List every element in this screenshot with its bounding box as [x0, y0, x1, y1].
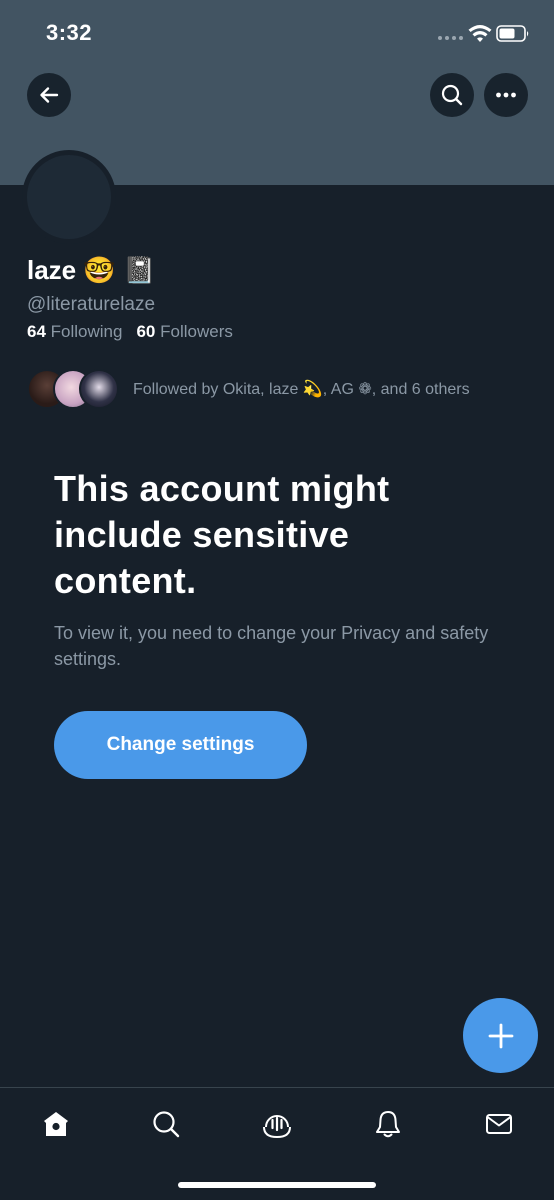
search-icon [153, 1111, 180, 1138]
battery-icon [496, 25, 529, 42]
messages-icon [486, 1114, 512, 1134]
status-bar: 3:32 [0, 0, 554, 64]
followed-by-row[interactable]: Followed by Okita, laze 💫, AG ❁, and 6 o… [27, 367, 470, 411]
followers-count: 60 [136, 322, 156, 341]
status-time: 3:32 [46, 20, 93, 45]
followers-label: Followers [160, 322, 233, 341]
avatar-placeholder [27, 155, 111, 239]
tab-search[interactable] [148, 1106, 184, 1142]
compose-button[interactable] [463, 998, 538, 1073]
tab-home[interactable] [38, 1106, 74, 1142]
sensitive-content-subtitle: To view it, you need to change your Priv… [54, 623, 489, 669]
follower-avatar [79, 369, 119, 409]
tab-spaces[interactable] [259, 1106, 295, 1142]
arrow-left-icon [40, 87, 59, 103]
followers-link[interactable]: 60 Followers [136, 322, 232, 341]
following-count: 64 [27, 322, 46, 341]
home-icon [44, 1112, 68, 1136]
display-name: laze 🤓 📓 [27, 255, 156, 285]
plus-icon [488, 1023, 513, 1048]
tab-messages[interactable] [481, 1106, 517, 1142]
cellular-signal-icon [438, 36, 463, 40]
change-settings-button[interactable]: Change settings [54, 711, 307, 779]
profile-avatar[interactable] [22, 150, 116, 244]
more-horizontal-icon [496, 92, 516, 98]
home-indicator [178, 1182, 376, 1188]
more-button[interactable] [484, 73, 528, 117]
tab-notifications[interactable] [370, 1106, 406, 1142]
sensitive-content-title: This account might include sensitive con… [54, 468, 390, 601]
search-button[interactable] [430, 73, 474, 117]
followed-by-text: Followed by Okita, laze 💫, AG ❁, and 6 o… [133, 381, 470, 398]
follow-stats: 64 Following 60 Followers [27, 322, 233, 342]
back-button[interactable] [27, 73, 71, 117]
username: @literaturelaze [27, 294, 156, 315]
following-link[interactable]: 64 Following [27, 322, 122, 341]
following-label: Following [50, 322, 123, 341]
spaces-icon [263, 1115, 291, 1139]
wifi-icon [468, 25, 492, 42]
notifications-icon [376, 1111, 400, 1138]
search-icon [441, 84, 463, 106]
